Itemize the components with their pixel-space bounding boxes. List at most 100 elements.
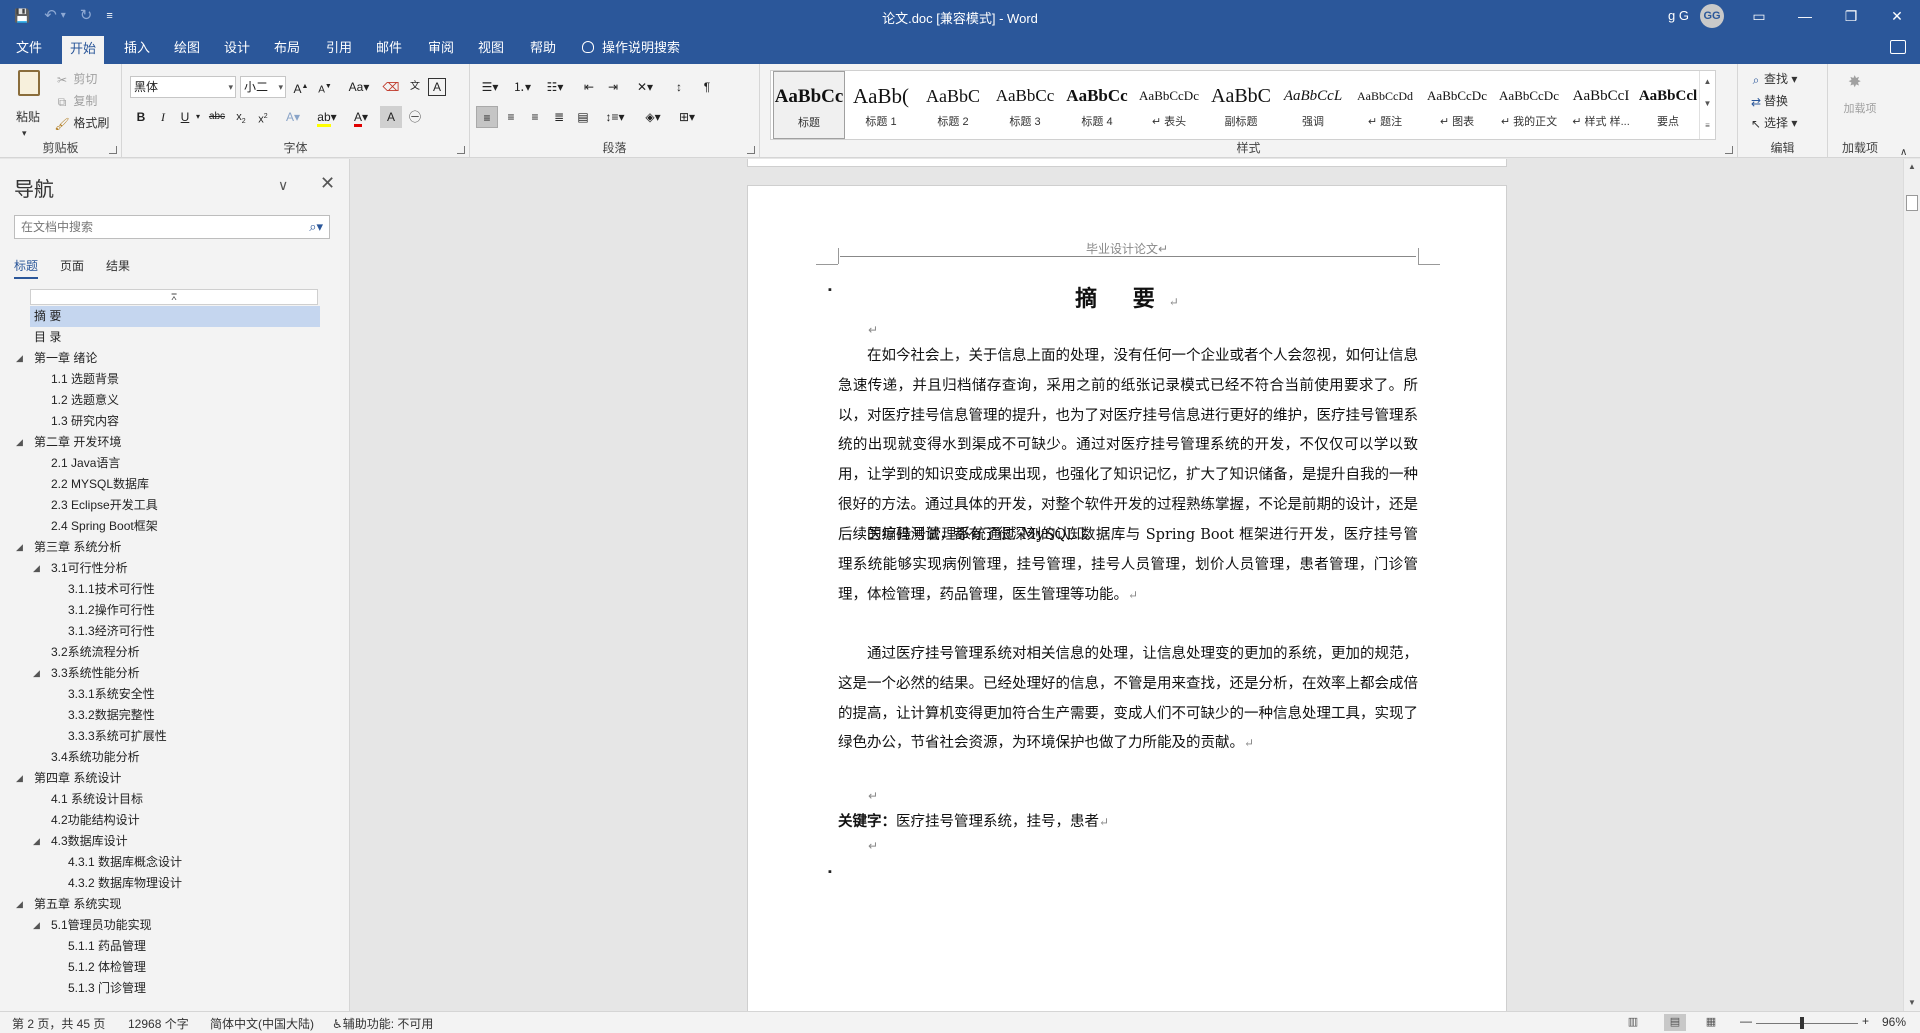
numbering-button[interactable]: ⒈▾ [508,76,536,98]
ribbon-display-options-button[interactable]: ▭ [1736,0,1782,32]
style-heading-2[interactable]: AaBbC 标题 2 [917,71,989,139]
outline-item[interactable]: 1.3 研究内容 [30,411,320,432]
clipboard-launcher[interactable] [109,146,117,154]
outline-item[interactable]: 4.3.2 数据库物理设计 [30,873,320,894]
align-right-button[interactable]: ≡ [524,106,546,128]
restore-button[interactable]: ❐ [1828,0,1874,32]
outline-item[interactable]: ◢ 第二章 开发环境 [16,432,320,453]
more-styles-icon[interactable]: ≡ [1700,115,1715,137]
style-caption[interactable]: AaBbCcDd ↵ 题注 [1349,71,1421,139]
zoom-level[interactable]: 96% [1882,1015,1906,1029]
outline-item[interactable]: 3.2系统流程分析 [30,642,320,663]
tab-draw[interactable]: 绘图 [166,32,208,64]
nav-search-input[interactable] [15,216,295,238]
chevron-up-icon[interactable]: ▲ [1700,71,1715,93]
addins-icon[interactable]: ✸ [1848,74,1861,92]
outline-item[interactable]: ◢ 4.3数据库设计 [30,831,320,852]
close-button[interactable]: ✕ [1874,0,1920,32]
search-icon[interactable]: ⌕▾ [309,219,323,235]
expand-triangle-icon[interactable]: ◢ [16,768,23,789]
shading-button[interactable]: ◈▾ [638,106,668,128]
phonetic-guide-icon[interactable]: 文 [404,76,426,98]
print-layout-icon[interactable]: ▤ [1664,1014,1686,1031]
style-heading-4[interactable]: AaBbCc 标题 4 [1061,71,1133,139]
outline-item[interactable]: 3.4系统功能分析 [30,747,320,768]
outline-item[interactable]: 3.3.1系统安全性 [30,684,320,705]
outline-item[interactable]: ◢ 第五章 系统实现 [16,894,320,915]
highlight-color-button[interactable]: ab▾ [312,106,342,128]
outline-item[interactable]: 目 录 [30,327,320,348]
format-painter-button[interactable]: 🖌 格式刷 [54,114,109,132]
tab-view[interactable]: 视图 [470,32,512,64]
expand-triangle-icon[interactable]: ◢ [33,831,40,852]
expand-triangle-icon[interactable]: ◢ [16,348,23,369]
superscript-button[interactable]: x2 [252,106,274,128]
outline-item[interactable]: 1.1 选题背景 [30,369,320,390]
undo-icon[interactable]: ↶ [44,6,57,26]
styles-launcher[interactable] [1725,146,1733,154]
outline-item[interactable]: 5.1.1 药品管理 [30,936,320,957]
distributed-button[interactable]: ▤ [572,106,594,128]
document-page[interactable]: 毕业设计论文↵ ▪ 摘 要↵ ↵ 在如今社会上，关于信息上面的处理，没有任何一个… [747,185,1507,1011]
expand-triangle-icon[interactable]: ◢ [16,894,23,915]
styles-gallery-scroll[interactable]: ▲ ▼ ≡ [1699,71,1715,139]
chevron-down-icon[interactable]: ▼ [1700,93,1715,115]
font-launcher[interactable] [457,146,465,154]
tab-review[interactable]: 审阅 [420,32,462,64]
style-table-header[interactable]: AaBbCcDc ↵ 表头 [1133,71,1205,139]
underline-dropdown-icon[interactable]: ▾ [192,106,204,128]
outline-item[interactable]: 2.1 Java语言 [30,453,320,474]
outline-item[interactable]: ◢ 5.1管理员功能实现 [30,915,320,936]
outline-item[interactable]: 3.1.1技术可行性 [30,579,320,600]
grow-font-button[interactable]: A▲ [290,76,312,98]
zoom-out-button[interactable]: — [1740,1014,1752,1028]
outline-item[interactable]: 5.1.2 体检管理 [30,957,320,978]
nav-close-icon[interactable]: ✕ [320,173,335,194]
find-button[interactable]: ⌕ 查找 ▾ [1748,70,1798,88]
align-center-button[interactable]: ≡ [500,106,522,128]
outline-item[interactable]: 4.1 系统设计目标 [30,789,320,810]
nav-tab-pages[interactable]: 页面 [60,257,84,279]
expand-triangle-icon[interactable]: ◢ [33,663,40,684]
tab-mailings[interactable]: 邮件 [368,32,410,64]
outline-item[interactable]: ◢ 第一章 绪论 [16,348,320,369]
expand-triangle-icon[interactable]: ◢ [16,432,23,453]
outline-item[interactable]: 3.3.3系统可扩展性 [30,726,320,747]
outline-item[interactable]: 3.3.2数据完整性 [30,705,320,726]
tab-file[interactable]: 文件 [8,32,50,64]
outline-item[interactable]: 3.1.2操作可行性 [30,600,320,621]
addins-button-label[interactable]: 加载项 [1842,102,1878,116]
page-count[interactable]: 第 2 页，共 45 页 [12,1015,105,1032]
undo-dropdown-icon[interactable]: ▾ [61,6,66,26]
save-icon[interactable]: 💾 [14,6,30,26]
style-my-body[interactable]: AaBbCcDc ↵ 我的正文 [1493,71,1565,139]
scroll-thumb[interactable] [1906,195,1918,211]
scroll-down-icon[interactable]: ▼ [1904,995,1920,1011]
subscript-button[interactable]: x2 [230,106,252,128]
word-count[interactable]: 12968 个字 [128,1015,189,1032]
avatar[interactable]: GG [1700,4,1724,28]
zoom-slider-thumb[interactable] [1800,1017,1804,1029]
outline-item[interactable]: 1.2 选题意义 [30,390,320,411]
tab-home[interactable]: 开始 [62,36,105,64]
style-figure[interactable]: AaBbCcDc ↵ 图表 [1421,71,1493,139]
cut-button[interactable]: ✂ 剪切 [54,70,97,88]
outline-item[interactable]: 2.2 MYSQL数据库 [30,474,320,495]
zoom-slider-track[interactable] [1756,1023,1858,1024]
outline-item[interactable]: 4.3.1 数据库概念设计 [30,852,320,873]
nav-collapse-all-bar[interactable]: ⩞ [30,289,318,305]
outline-item[interactable]: ◢ 第三章 系统分析 [16,537,320,558]
character-shading-icon[interactable]: A [380,106,402,128]
decrease-indent-button[interactable]: ⇤ [578,76,600,98]
document-area[interactable]: 毕业设计论文↵ ▪ 摘 要↵ ↵ 在如今社会上，关于信息上面的处理，没有任何一个… [351,159,1903,1011]
zoom-in-button[interactable]: + [1862,1014,1869,1028]
outline-item[interactable]: 2.3 Eclipse开发工具 [30,495,320,516]
tab-help[interactable]: 帮助 [522,32,564,64]
character-border-icon[interactable]: A [428,78,446,96]
line-spacing-button[interactable]: ↕≡▾ [600,106,630,128]
font-color-button[interactable]: A▾ [346,106,376,128]
show-marks-button[interactable]: ¶ [696,76,718,98]
style-title[interactable]: AaBbCc 标题 [773,71,845,139]
clear-formatting-icon[interactable]: ⌫ [380,76,402,98]
expand-triangle-icon[interactable]: ◢ [16,537,23,558]
